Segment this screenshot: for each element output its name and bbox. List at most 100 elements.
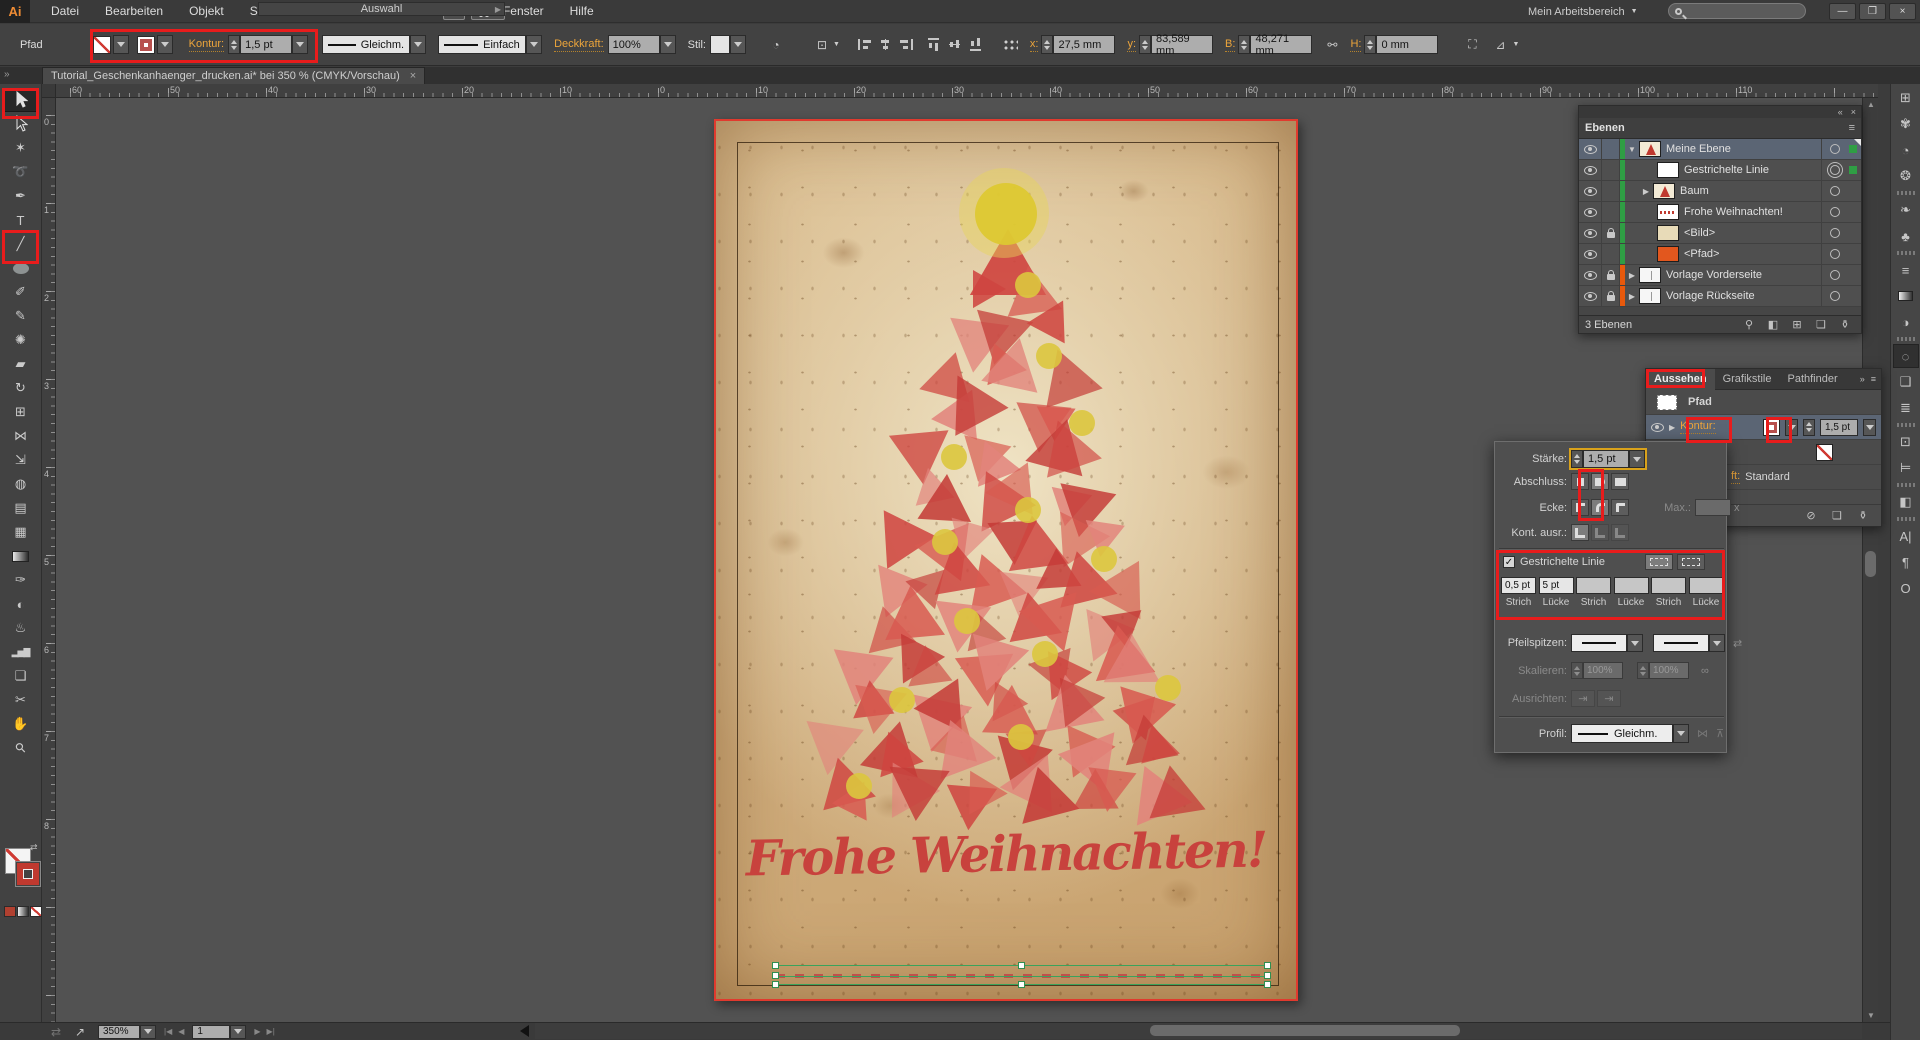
scroll-down-icon[interactable]: ▼: [1867, 1011, 1875, 1020]
tab-aussehen[interactable]: Aussehen: [1646, 368, 1715, 390]
layer-row-vorlage-rueckseite[interactable]: ▶ Vorlage Rückseite: [1579, 286, 1861, 307]
line-segment-tool[interactable]: ╱: [4, 232, 38, 256]
layer-label[interactable]: Vorlage Rückseite: [1666, 290, 1821, 302]
expand-arrow-icon[interactable]: ▶: [1625, 271, 1639, 280]
dash-field-2[interactable]: [1576, 577, 1611, 594]
dock-align-icon[interactable]: ⊨: [1893, 456, 1919, 480]
lock-toggle[interactable]: [1602, 160, 1620, 180]
layer-row-vorlage-vorderseite[interactable]: ▶ Vorlage Vorderseite: [1579, 265, 1861, 286]
layer-thumbnail[interactable]: [1639, 141, 1661, 157]
column-graph-tool[interactable]: ▂▅▇: [4, 640, 38, 664]
lock-toggle[interactable]: [1602, 202, 1620, 222]
dock-layers-icon[interactable]: ≣: [1893, 396, 1919, 420]
layer-label[interactable]: Vorlage Vorderseite: [1666, 269, 1821, 281]
stroke-color-dropdown[interactable]: [112, 35, 129, 54]
scale-end-stepper[interactable]: [1637, 662, 1649, 679]
layer-label[interactable]: <Pfad>: [1684, 248, 1821, 260]
dock-graphic-styles-icon[interactable]: ❑: [1893, 370, 1919, 394]
layer-thumbnail[interactable]: [1657, 204, 1679, 220]
pen-tool[interactable]: ✒: [4, 184, 38, 208]
document-setup-icon[interactable]: ◔: [766, 35, 786, 54]
symbol-sprayer-tool[interactable]: ♨: [4, 616, 38, 640]
target-column[interactable]: [1821, 286, 1847, 306]
new-layer-icon[interactable]: ❏: [1811, 317, 1831, 332]
layer-thumbnail[interactable]: [1657, 162, 1679, 178]
dock-gradient-icon[interactable]: [1893, 284, 1919, 308]
gradient-mode-button[interactable]: [17, 906, 29, 917]
align-bottom-button[interactable]: [969, 38, 981, 51]
dock-transparency-icon[interactable]: ◑: [1893, 310, 1919, 334]
hand-tool[interactable]: ✋: [4, 712, 38, 736]
align-arrow-tip-button[interactable]: ⇥: [1571, 690, 1595, 707]
kontur-stepper[interactable]: [228, 35, 241, 54]
deckkraft-link[interactable]: Deckkraft:: [554, 38, 604, 52]
stroke-color-swatch[interactable]: [1763, 418, 1780, 436]
dock-symbols-icon[interactable]: ♣: [1893, 224, 1919, 248]
new-sublayer-icon[interactable]: ⊞: [1787, 317, 1807, 332]
target-column[interactable]: [1821, 160, 1847, 180]
document-tab[interactable]: Tutorial_Geschenkanhaenger_drucken.ai* b…: [42, 67, 426, 84]
paintbrush-tool[interactable]: ✐: [4, 280, 38, 304]
align-dashes-button[interactable]: [1677, 554, 1705, 570]
vertical-scrollbar[interactable]: ▲ ▼: [1862, 98, 1878, 1022]
visibility-toggle[interactable]: [1579, 244, 1602, 264]
stroke-color-dropdown[interactable]: [1785, 418, 1798, 436]
fill-color-swatch[interactable]: [1816, 443, 1833, 461]
layer-row-frohe-weihnachten[interactable]: Frohe Weihnachten!: [1579, 202, 1861, 223]
scroll-up-icon[interactable]: ▲: [1867, 100, 1875, 109]
direct-selection-tool[interactable]: [4, 112, 38, 136]
layer-thumbnail[interactable]: [1639, 267, 1661, 283]
arrowhead-end-dropdown[interactable]: [1653, 634, 1709, 652]
target-column[interactable]: [1821, 265, 1847, 285]
artboard-tool[interactable]: ❏: [4, 664, 38, 688]
scale-end-field[interactable]: 100%: [1649, 662, 1689, 679]
visibility-toggle[interactable]: [1579, 265, 1602, 285]
zoom-dropdown[interactable]: [140, 1024, 156, 1039]
dash-field-4[interactable]: [1651, 577, 1686, 594]
profil-arrow[interactable]: [1673, 724, 1689, 743]
tab-close-icon[interactable]: ×: [410, 70, 416, 82]
cap-projecting-button[interactable]: [1611, 473, 1629, 490]
zoom-level-field[interactable]: 350%: [98, 1024, 140, 1039]
color-mode-button[interactable]: [4, 906, 16, 917]
align-top-button[interactable]: [927, 38, 939, 51]
menu-bearbeiten[interactable]: Bearbeiten: [92, 0, 176, 23]
dock-artboards-icon[interactable]: ⊞: [1893, 86, 1919, 110]
ellipse-tool[interactable]: [4, 256, 38, 280]
blob-brush-tool[interactable]: ✺: [4, 328, 38, 352]
artwork-card[interactable]: Frohe Weihnachten!: [714, 119, 1298, 1001]
dash-field-3[interactable]: [1613, 577, 1649, 594]
eraser-tool[interactable]: ▰: [4, 352, 38, 376]
selection-handle[interactable]: [1018, 981, 1025, 988]
isolate-icon[interactable]: ⛶: [1462, 35, 1482, 54]
reference-point-icon[interactable]: ⊡: [812, 35, 832, 54]
x-stepper[interactable]: [1041, 35, 1054, 54]
x-value-field[interactable]: 27,5 mm: [1053, 35, 1116, 54]
deckkraft-dropdown[interactable]: [659, 35, 676, 54]
horizontal-scrollbar[interactable]: [535, 1023, 1862, 1039]
join-bevel-button[interactable]: [1611, 499, 1629, 516]
fill-color-dropdown[interactable]: [156, 35, 173, 54]
staerke-value-field[interactable]: 1,5 pt: [1583, 450, 1629, 468]
menu-datei[interactable]: Datei: [38, 0, 92, 23]
layer-row-bild[interactable]: <Bild>: [1579, 223, 1861, 244]
toolbar-stroke-swatch[interactable]: [15, 861, 41, 887]
lasso-tool[interactable]: ➰: [4, 160, 38, 184]
layer-thumbnail[interactable]: [1657, 225, 1679, 241]
vertical-scroll-thumb[interactable]: [1865, 551, 1876, 577]
tab-pathfinder[interactable]: Pathfinder: [1779, 369, 1845, 390]
layer-label[interactable]: <Bild>: [1684, 227, 1821, 239]
kontur-stepper[interactable]: [1803, 418, 1815, 436]
visibility-toggle[interactable]: [1579, 139, 1602, 159]
expand-arrow-icon[interactable]: ▶: [1625, 292, 1639, 301]
selection-handle[interactable]: [1264, 972, 1271, 979]
locate-object-icon[interactable]: ⚲: [1739, 317, 1759, 332]
dock-appearance-icon[interactable]: ◌: [1892, 344, 1919, 368]
target-column[interactable]: [1821, 181, 1847, 201]
prev-artboard-icon[interactable]: ◀: [178, 1027, 184, 1036]
lock-toggle[interactable]: [1602, 181, 1620, 201]
dock-color-groups-icon[interactable]: ❂: [1893, 164, 1919, 188]
deckkraft-value-field[interactable]: 100%: [607, 35, 660, 54]
arrowhead-start-arrow[interactable]: [1627, 634, 1643, 652]
dock-pathfinder-icon[interactable]: ◧: [1893, 490, 1919, 514]
